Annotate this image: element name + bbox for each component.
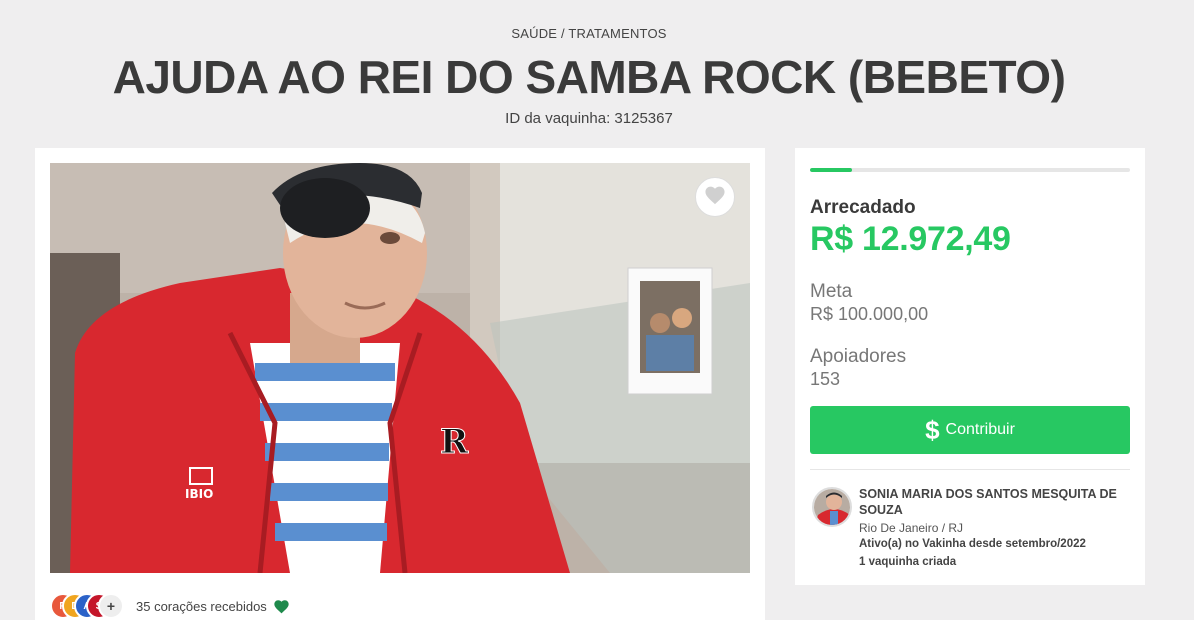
raised-label: Arrecadado (810, 197, 916, 218)
dollar-icon: $ (925, 415, 940, 445)
creator-avatar[interactable] (812, 487, 852, 527)
campaign-id: ID da vaquinha: 3125367 (505, 110, 673, 127)
contribute-label: Contribuir (945, 421, 1015, 438)
campaign-photo-illustration: R IBIO (50, 163, 750, 573)
progress-fill (810, 168, 852, 172)
hearts-received-row: R D A S + 35 corações recebidos (50, 592, 290, 620)
creator-active-since: Ativo(a) no Vakinha desde setembro/2022 (859, 538, 1086, 550)
more-supporters-button[interactable]: + (98, 593, 124, 619)
green-heart-icon (273, 599, 290, 614)
creator-campaign-count: 1 vaquinha criada (859, 556, 957, 568)
goal-value: R$ 100.000,00 (810, 304, 929, 324)
supporters-value: 153 (810, 369, 841, 389)
donation-summary-card: Arrecadado R$ 12.972,49 Meta R$ 100.000,… (795, 148, 1145, 585)
creator-location: Rio De Janeiro / RJ (859, 521, 964, 535)
campaign-media-card: R IBIO R D A S + 35 corações recebidos (35, 148, 765, 620)
svg-text:R: R (440, 422, 469, 462)
raised-value: R$ 12.972,49 (810, 220, 1011, 258)
campaign-photo: R IBIO (50, 163, 750, 573)
progress-bar (810, 168, 1130, 172)
divider (810, 469, 1130, 470)
goal-label: Meta (810, 281, 853, 302)
creator-name[interactable]: SONIA MARIA DOS SANTOS MESQUITA DE SOUZA (859, 486, 1139, 518)
supporters-label: Apoiadores (810, 346, 907, 367)
heart-icon (704, 185, 726, 210)
supporter-avatars[interactable]: R D A S + (50, 593, 124, 619)
page-title: AJUDA AO REI DO SAMBA ROCK (BEBETO) (112, 51, 1066, 103)
favorite-button[interactable] (695, 177, 735, 217)
contribute-button[interactable]: $ Contribuir (810, 406, 1130, 454)
hearts-count-text: 35 corações recebidos (136, 598, 267, 614)
breadcrumb-category[interactable]: SAÚDE / TRATAMENTOS (0, 26, 1178, 41)
svg-text:IBIO: IBIO (185, 487, 213, 501)
